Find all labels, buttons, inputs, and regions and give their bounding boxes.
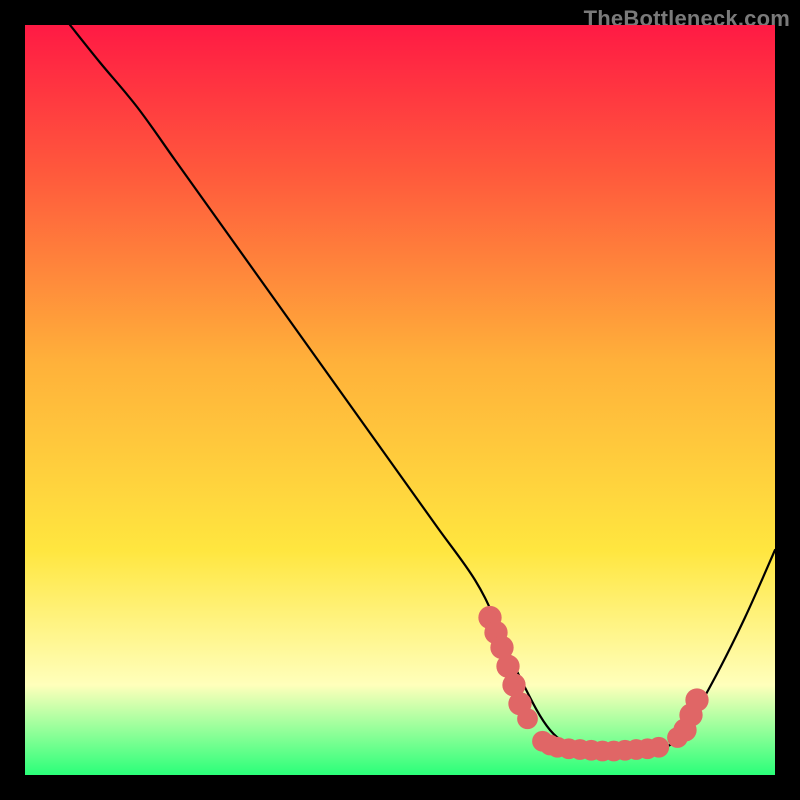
- highlight-dot: [648, 737, 669, 758]
- highlight-dot: [685, 688, 708, 711]
- chart-svg: [25, 25, 775, 775]
- gradient-background: [25, 25, 775, 775]
- chart-container: TheBottleneck.com: [0, 0, 800, 800]
- plot-area: [25, 25, 775, 775]
- highlight-dot: [517, 708, 538, 729]
